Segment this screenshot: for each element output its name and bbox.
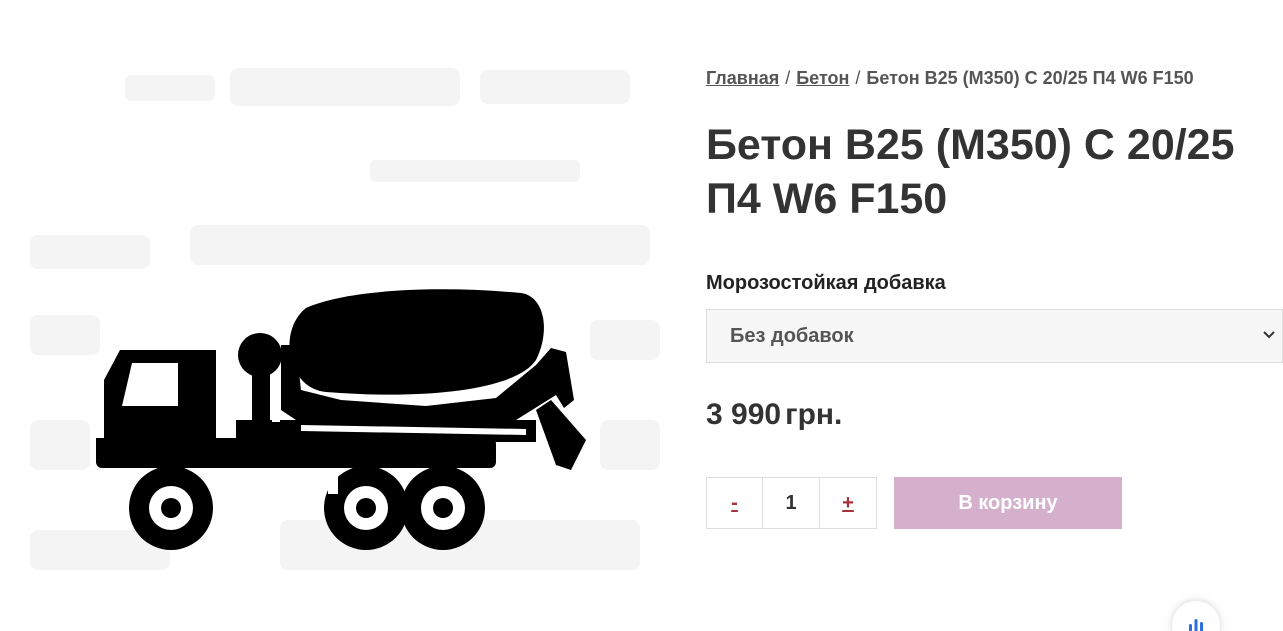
product-image: [30, 60, 660, 580]
quantity-decrease-button[interactable]: -: [706, 477, 763, 529]
frost-additive-selected-value: Без добавок: [730, 324, 854, 347]
chat-widget-button[interactable]: [1172, 601, 1220, 631]
chevron-down-icon: [1263, 331, 1275, 339]
product-page: Главная / Бетон / Бетон В25 (М350) С 20/25 П…: [0, 0, 1283, 631]
quantity-stepper: - 1 +: [706, 477, 877, 529]
breadcrumb-home-link[interactable]: Главная: [706, 68, 779, 88]
price-amount: 3 990: [706, 398, 782, 431]
product-price: 3 990 грн.: [706, 398, 842, 432]
bar-chart-icon: [1189, 619, 1203, 631]
concrete-mixer-truck-icon: [96, 289, 586, 550]
breadcrumb: Главная / Бетон / Бетон В25 (М350) С 20/25 П…: [706, 68, 1194, 89]
breadcrumb-separator: /: [785, 68, 791, 88]
product-title: Бетон В25 (М350) С 20/25 П4 W6 F150: [706, 121, 1235, 223]
price-currency: грн.: [785, 398, 843, 431]
add-to-cart-button[interactable]: В корзину: [894, 477, 1122, 529]
quantity-input[interactable]: 1: [763, 477, 820, 529]
breadcrumb-category-link[interactable]: Бетон: [796, 68, 849, 88]
quantity-increase-button[interactable]: +: [820, 477, 877, 529]
frost-additive-label: Морозостойкая добавка: [706, 272, 946, 294]
frost-additive-select[interactable]: Без добавок: [706, 309, 1283, 363]
breadcrumb-current: Бетон В25 (М350) С 20/25 П4 W6 F150: [866, 68, 1194, 88]
breadcrumb-separator: /: [855, 68, 861, 88]
